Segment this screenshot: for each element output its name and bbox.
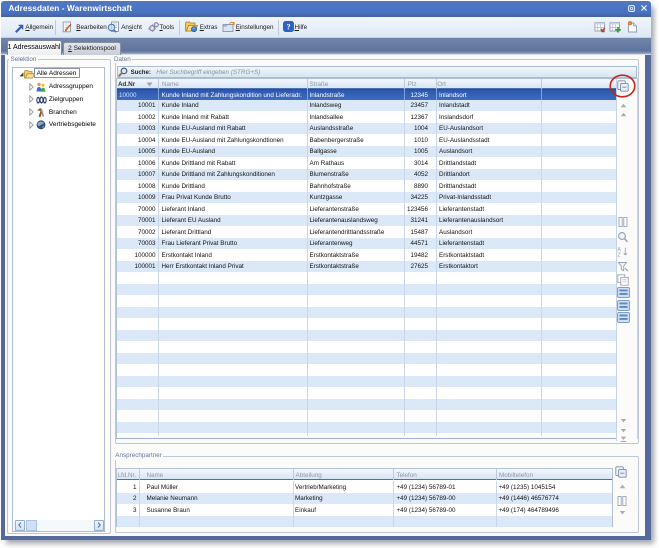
svg-text:Z: Z: [617, 253, 621, 257]
svg-text:?: ?: [287, 22, 291, 31]
